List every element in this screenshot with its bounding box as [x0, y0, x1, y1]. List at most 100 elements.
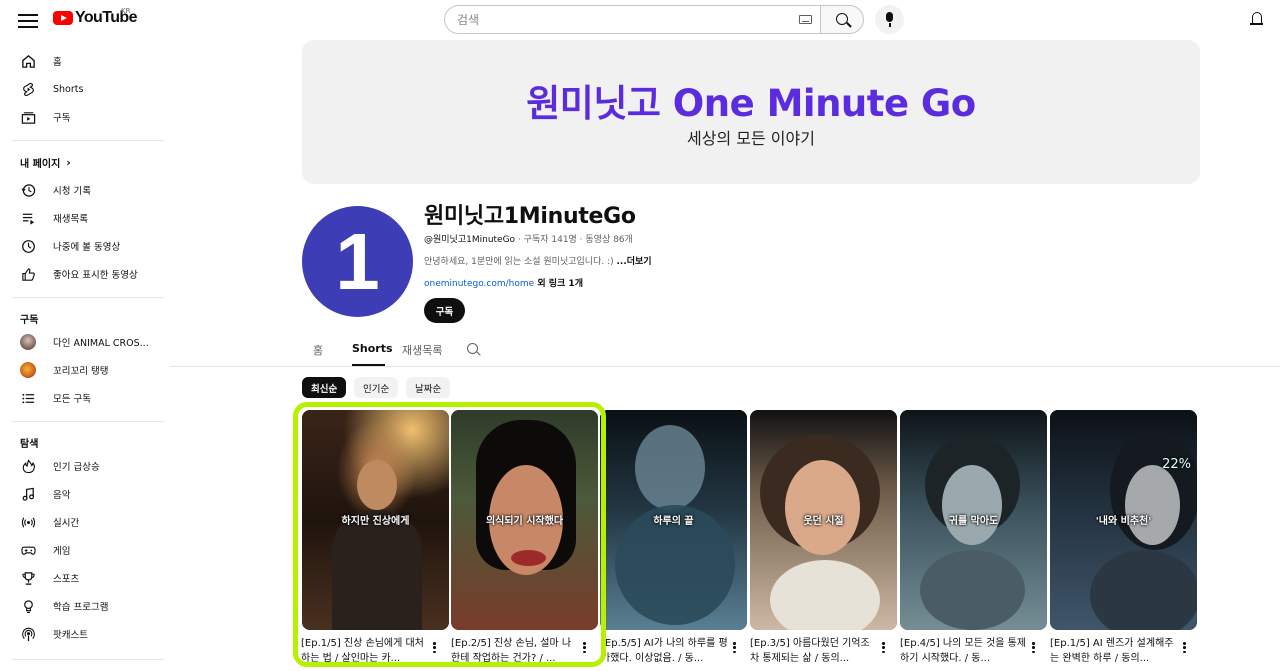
tab-home[interactable]: 홈	[313, 342, 323, 358]
gaming-icon	[20, 542, 36, 558]
channel-meta: @원미닛고1MinuteGo · 구독자 141명 · 동영상 86개	[424, 232, 633, 245]
sidebar: 홈 Shorts 구독 내 페이지 › 시청 기록 재생목록 나중에 볼 동영상	[0, 40, 170, 671]
trophy-icon	[20, 570, 36, 586]
short-overlay-text: 의식되기 시작했다	[485, 516, 564, 527]
more-options-icon[interactable]	[882, 642, 886, 656]
my-page-heading-label: 내 페이지	[20, 159, 61, 170]
thumbs-up-icon	[20, 266, 36, 282]
sidebar-item-gaming[interactable]: 게임	[0, 536, 165, 564]
music-icon	[20, 486, 36, 502]
short-title[interactable]: [Ep.5/5] AI가 나의 하루를 평가했다. 이상없음. / 동...	[601, 636, 729, 668]
short-thumbnail[interactable]: 22% '내와 비추천'	[1050, 410, 1197, 630]
chip-popular[interactable]: 인기순	[354, 377, 399, 398]
short-overlay-text: 웃던 시절	[803, 516, 844, 527]
subscribe-button[interactable]: 구독	[424, 298, 465, 323]
tabs-divider	[170, 366, 1280, 367]
subscription-item-dain[interactable]: 다인 ANIMAL CROS...	[0, 328, 165, 356]
chevron-right-icon: ›	[66, 156, 71, 169]
search-button[interactable]	[820, 5, 864, 34]
youtube-logo[interactable]: YouTube KR	[53, 7, 137, 27]
more-options-icon[interactable]	[433, 642, 437, 656]
sidebar-item-watch-later[interactable]: 나중에 볼 동영상	[0, 232, 165, 260]
sidebar-item-live[interactable]: 실시간	[0, 508, 165, 536]
sidebar-divider	[12, 421, 164, 422]
sidebar-item-label: 실시간	[53, 518, 80, 529]
channel-links: oneminutego.com/home 외 링크 1개	[424, 276, 583, 289]
sidebar-item-trending[interactable]: 인기 급상승	[0, 452, 165, 480]
short-thumbnail[interactable]: 웃던 시절	[750, 410, 897, 630]
notifications-bell-icon[interactable]	[1250, 11, 1264, 27]
short-thumbnail[interactable]: 의식되기 시작했다	[451, 410, 598, 630]
more-options-icon[interactable]	[1183, 642, 1187, 656]
sidebar-item-all-subscriptions[interactable]: 모든 구독	[0, 384, 165, 412]
podcast-icon	[20, 626, 36, 642]
chip-latest[interactable]: 최신순	[302, 377, 347, 398]
search-bar	[444, 5, 864, 34]
top-bar: YouTube KR	[0, 0, 1280, 40]
sidebar-item-label: 스포츠	[53, 574, 80, 585]
short-title[interactable]: [Ep.2/5] 진상 손님, 설마 나한테 작업하는 건가? / ...	[451, 636, 579, 668]
channel-avatar[interactable]: 1	[302, 206, 413, 317]
more-links-text[interactable]: 외 링크 1개	[534, 279, 583, 289]
sidebar-item-playlists[interactable]: 재생목록	[0, 204, 165, 232]
search-box[interactable]	[444, 5, 820, 34]
sidebar-item-music[interactable]: 음악	[0, 480, 165, 508]
trending-icon	[20, 458, 36, 474]
short-title[interactable]: [Ep.3/5] 아름다웠던 기억조차 통제되는 삶 / 동의...	[750, 636, 878, 668]
explore-heading: 탐색	[20, 439, 39, 450]
more-button[interactable]: ...더보기	[616, 257, 651, 267]
sidebar-item-podcasts[interactable]: 팟캐스트	[0, 620, 165, 648]
sidebar-item-label: 나중에 볼 동영상	[53, 242, 121, 253]
short-overlay-text: '내와 비추천'	[1095, 516, 1152, 527]
more-options-icon[interactable]	[733, 642, 737, 656]
short-percent-badge: 22%	[1162, 457, 1191, 472]
channel-link[interactable]: oneminutego.com/home	[424, 279, 534, 289]
my-page-heading[interactable]: 내 페이지 ›	[20, 155, 71, 170]
channel-description[interactable]: 안녕하세요, 1분만에 읽는 소설 원미닛고입니다. :) ...더보기	[424, 254, 652, 267]
sidebar-divider	[12, 659, 164, 660]
subscriptions-heading: 구독	[20, 315, 39, 326]
short-title[interactable]: [Ep.1/5] 진상 손님에게 대처하는 법 / 살인마는 카...	[301, 636, 429, 668]
more-options-icon[interactable]	[583, 642, 587, 656]
short-title[interactable]: [Ep.4/5] 나의 모든 것을 통제하기 시작했다. / 동...	[900, 636, 1028, 668]
sidebar-item-subscriptions[interactable]: 구독	[0, 103, 165, 131]
sidebar-item-learning[interactable]: 학습 프로그램	[0, 592, 165, 620]
sidebar-item-home[interactable]: 홈	[0, 47, 165, 75]
channel-search-icon[interactable]	[467, 343, 478, 354]
sidebar-item-label: 다인 ANIMAL CROS...	[53, 338, 149, 349]
sidebar-item-label: 인기 급상승	[53, 462, 100, 473]
keyboard-icon[interactable]	[799, 15, 812, 24]
short-thumbnail[interactable]: 귀를 막아도	[900, 410, 1047, 630]
short-thumbnail[interactable]: 하루의 끝	[600, 410, 747, 630]
channel-handle: @원미닛고1MinuteGo	[424, 235, 516, 245]
sidebar-item-liked-videos[interactable]: 좋아요 표시한 동영상	[0, 260, 165, 288]
sidebar-item-label: 학습 프로그램	[53, 602, 109, 613]
mic-icon	[886, 12, 893, 27]
list-icon	[20, 390, 36, 406]
sidebar-item-label: 모든 구독	[53, 394, 91, 405]
sidebar-item-label: 구독	[53, 113, 71, 124]
youtube-play-icon	[53, 11, 73, 25]
learning-icon	[20, 598, 36, 614]
subscription-item-kkori[interactable]: 꼬리꼬리 탱탱	[0, 356, 165, 384]
tab-shorts[interactable]: Shorts	[352, 342, 393, 355]
sidebar-item-sports[interactable]: 스포츠	[0, 564, 165, 592]
tab-playlists[interactable]: 재생목록	[402, 342, 442, 358]
more-options-icon[interactable]	[1032, 642, 1036, 656]
sidebar-item-history[interactable]: 시청 기록	[0, 176, 165, 204]
voice-search-button[interactable]	[875, 5, 904, 34]
channel-avatar-text: 1	[335, 216, 380, 306]
short-thumbnail[interactable]: 하지만 진상에게	[302, 410, 449, 630]
watch-later-icon	[20, 238, 36, 254]
sidebar-item-label: Shorts	[53, 83, 84, 95]
search-input[interactable]	[457, 12, 757, 27]
sidebar-item-label: 시청 기록	[53, 186, 91, 197]
sidebar-item-shorts[interactable]: Shorts	[0, 75, 165, 103]
menu-icon[interactable]	[18, 11, 38, 29]
short-title[interactable]: [Ep.1/5] AI 렌즈가 설계해주는 완벽한 하루 / 동의...	[1050, 636, 1178, 668]
history-icon	[20, 182, 36, 198]
home-icon	[20, 53, 36, 69]
channel-description-text: 안녕하세요, 1분만에 읽는 소설 원미닛고입니다. :)	[424, 257, 617, 267]
live-icon	[20, 514, 36, 530]
chip-oldest[interactable]: 날짜순	[406, 377, 451, 398]
